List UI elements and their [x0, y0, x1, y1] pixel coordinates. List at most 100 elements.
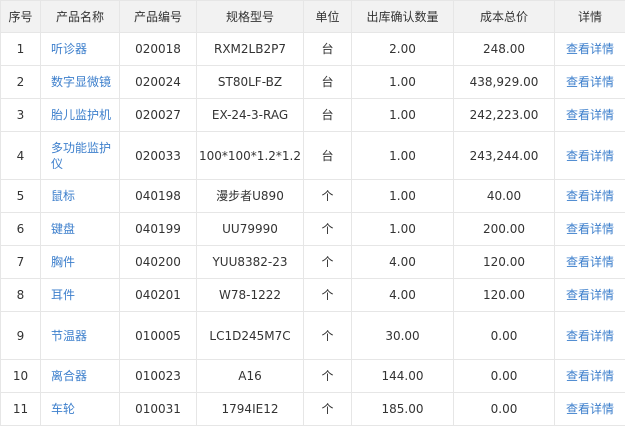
cell-product-name: 听诊器: [40, 32, 120, 66]
col-header-spec: 规格型号: [196, 0, 304, 33]
cell-product-name: 键盘: [40, 212, 120, 246]
cell-spec: A16: [196, 359, 304, 393]
table-row: 4 多功能监护仪 020033 100*100*1.2*1.2 台 1.00 243,244…: [0, 131, 625, 180]
cell-product-code: 020024: [119, 65, 197, 99]
cell-product-name: 节温器: [40, 311, 120, 360]
cell-detail: 查看详情: [554, 278, 625, 312]
cell-total-cost: 120.00: [453, 278, 555, 312]
view-detail-link[interactable]: 查看详情: [566, 288, 614, 302]
cell-product-code: 040198: [119, 179, 197, 213]
cell-index: 3: [0, 98, 41, 132]
cell-product-code: 040200: [119, 245, 197, 279]
cell-unit: 台: [303, 98, 352, 132]
cell-product-code: 010005: [119, 311, 197, 360]
view-detail-link[interactable]: 查看详情: [566, 255, 614, 269]
cell-product-name: 胎儿监护机: [40, 98, 120, 132]
cell-total-cost: 120.00: [453, 245, 555, 279]
view-detail-link[interactable]: 查看详情: [566, 222, 614, 236]
cell-index: 1: [0, 32, 41, 66]
cell-quantity: 4.00: [351, 278, 454, 312]
cell-index: 11: [0, 392, 41, 426]
cell-unit: 个: [303, 278, 352, 312]
cell-spec: UU79990: [196, 212, 304, 246]
cell-unit: 个: [303, 212, 352, 246]
cell-spec: W78-1222: [196, 278, 304, 312]
cell-unit: 个: [303, 311, 352, 360]
cell-unit: 台: [303, 131, 352, 180]
cell-detail: 查看详情: [554, 245, 625, 279]
cell-total-cost: 248.00: [453, 32, 555, 66]
cell-product-name: 鼠标: [40, 179, 120, 213]
cell-unit: 个: [303, 245, 352, 279]
cell-quantity: 1.00: [351, 131, 454, 180]
cell-unit: 台: [303, 65, 352, 99]
cell-product-code: 040199: [119, 212, 197, 246]
view-detail-link[interactable]: 查看详情: [566, 402, 614, 416]
cell-product-code: 010031: [119, 392, 197, 426]
table-row: 9 节温器 010005 LC1D245M7C 个 30.00 0.00 查看详情: [0, 311, 625, 360]
cell-detail: 查看详情: [554, 32, 625, 66]
cell-spec: RXM2LB2P7: [196, 32, 304, 66]
cell-spec: ST80LF-BZ: [196, 65, 304, 99]
cell-spec: LC1D245M7C: [196, 311, 304, 360]
view-detail-link[interactable]: 查看详情: [566, 329, 614, 343]
cell-index: 5: [0, 179, 41, 213]
cell-quantity: 144.00: [351, 359, 454, 393]
view-detail-link[interactable]: 查看详情: [566, 42, 614, 56]
cell-index: 4: [0, 131, 41, 180]
cell-quantity: 1.00: [351, 65, 454, 99]
cell-detail: 查看详情: [554, 131, 625, 180]
table-row: 6 键盘 040199 UU79990 个 1.00 200.00 查看详情: [0, 212, 625, 246]
cell-detail: 查看详情: [554, 359, 625, 393]
table-row: 8 耳件 040201 W78-1222 个 4.00 120.00 查看详情: [0, 278, 625, 312]
cell-total-cost: 242,223.00: [453, 98, 555, 132]
cell-index: 9: [0, 311, 41, 360]
view-detail-link[interactable]: 查看详情: [566, 75, 614, 89]
table-row: 1 听诊器 020018 RXM2LB2P7 台 2.00 248.00 查看详情: [0, 32, 625, 66]
cell-product-name: 数字显微镜: [40, 65, 120, 99]
table-row: 7 胸件 040200 YUU8382-23 个 4.00 120.00 查看详情: [0, 245, 625, 279]
view-detail-link[interactable]: 查看详情: [566, 149, 614, 163]
cell-unit: 个: [303, 359, 352, 393]
cell-index: 8: [0, 278, 41, 312]
cell-quantity: 1.00: [351, 179, 454, 213]
cell-product-name: 车轮: [40, 392, 120, 426]
cell-index: 6: [0, 212, 41, 246]
table-row: 2 数字显微镜 020024 ST80LF-BZ 台 1.00 438,929.00 查看详情: [0, 65, 625, 99]
cell-spec: 漫步者U890: [196, 179, 304, 213]
view-detail-link[interactable]: 查看详情: [566, 108, 614, 122]
cell-product-code: 020027: [119, 98, 197, 132]
cell-detail: 查看详情: [554, 65, 625, 99]
table-row: 3 胎儿监护机 020027 EX-24-3-RAG 台 1.00 242,223.00 查看…: [0, 98, 625, 132]
cell-quantity: 185.00: [351, 392, 454, 426]
col-header-quantity: 出库确认数量: [351, 0, 454, 33]
col-header-detail: 详情: [554, 0, 625, 33]
cell-unit: 个: [303, 179, 352, 213]
cell-quantity: 2.00: [351, 32, 454, 66]
col-header-unit: 单位: [303, 0, 352, 33]
cell-quantity: 1.00: [351, 98, 454, 132]
cell-quantity: 1.00: [351, 212, 454, 246]
col-header-index: 序号: [0, 0, 41, 33]
cell-product-code: 010023: [119, 359, 197, 393]
cell-spec: 1794IE12: [196, 392, 304, 426]
cell-product-name: 耳件: [40, 278, 120, 312]
table-header-row: 序号 产品名称 产品编号 规格型号 单位 出库确认数量 成本总价 详情: [0, 0, 625, 33]
cell-total-cost: 40.00: [453, 179, 555, 213]
table-row: 11 车轮 010031 1794IE12 个 185.00 0.00 查看详情: [0, 392, 625, 426]
cell-detail: 查看详情: [554, 98, 625, 132]
table-body: 1 听诊器 020018 RXM2LB2P7 台 2.00 248.00 查看详情 2 数字显微镜…: [0, 32, 625, 426]
cell-product-code: 020033: [119, 131, 197, 180]
cell-product-name: 离合器: [40, 359, 120, 393]
cell-index: 2: [0, 65, 41, 99]
view-detail-link[interactable]: 查看详情: [566, 189, 614, 203]
view-detail-link[interactable]: 查看详情: [566, 369, 614, 383]
cell-total-cost: 438,929.00: [453, 65, 555, 99]
cell-unit: 台: [303, 32, 352, 66]
table-row: 5 鼠标 040198 漫步者U890 个 1.00 40.00 查看详情: [0, 179, 625, 213]
cell-spec: YUU8382-23: [196, 245, 304, 279]
cell-index: 7: [0, 245, 41, 279]
cell-product-name: 多功能监护仪: [40, 131, 120, 180]
cell-detail: 查看详情: [554, 311, 625, 360]
cell-detail: 查看详情: [554, 179, 625, 213]
